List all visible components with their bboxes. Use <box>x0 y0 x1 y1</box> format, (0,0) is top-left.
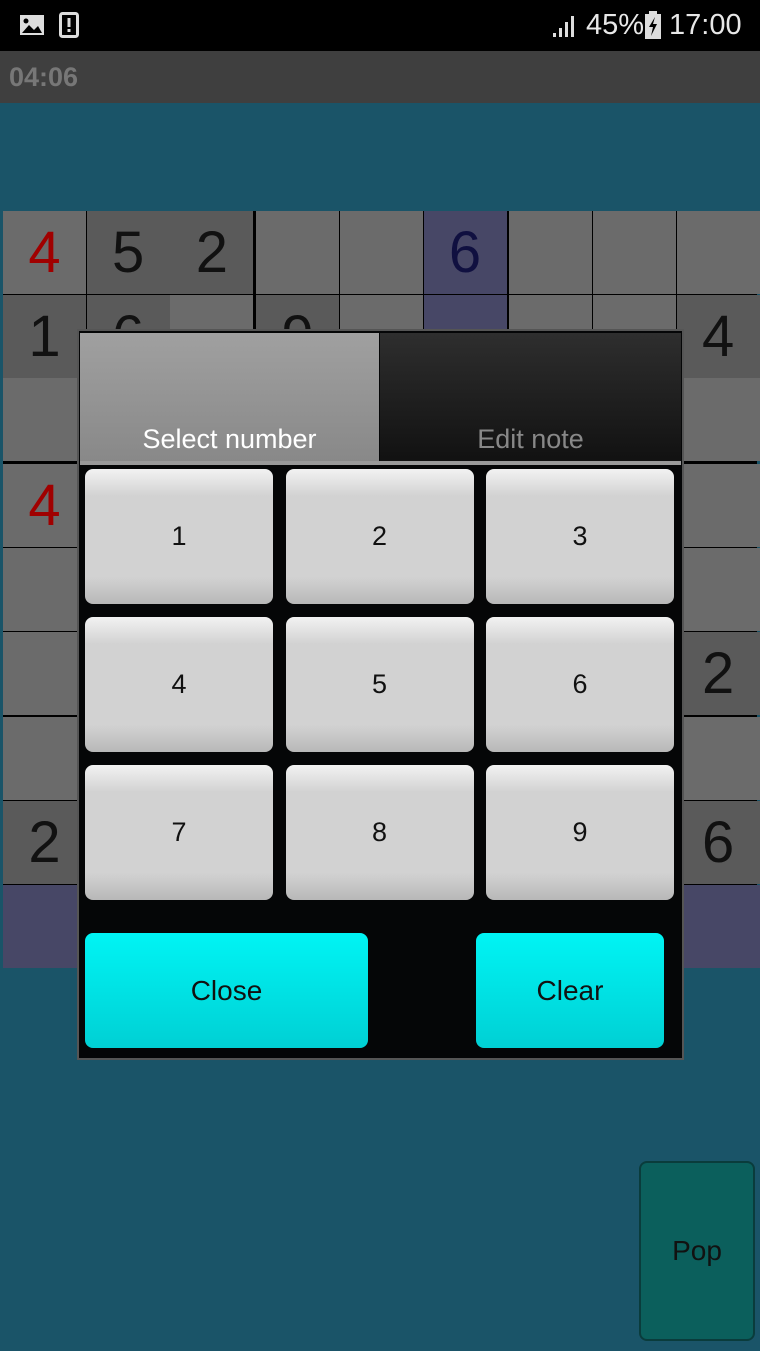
grid-cell[interactable]: 6 <box>676 800 760 884</box>
status-bar: 45% 17:00 <box>0 0 760 51</box>
number-button-9[interactable]: 9 <box>486 765 674 900</box>
pop-button[interactable]: Pop <box>639 1161 755 1341</box>
grid-cell[interactable]: 2 <box>170 211 254 294</box>
battery-percent: 45% <box>586 9 645 41</box>
grid-cell[interactable]: 6 <box>423 211 507 294</box>
signal-icon <box>553 16 574 37</box>
grid-cell[interactable] <box>256 211 340 294</box>
grid-cell[interactable] <box>676 378 760 462</box>
grid-cell[interactable] <box>339 211 423 294</box>
grid-cell[interactable] <box>3 378 86 462</box>
grid-cell[interactable]: 4 <box>676 294 760 378</box>
grid-cell[interactable]: 4 <box>3 211 86 294</box>
grid-cell[interactable] <box>676 717 760 801</box>
grid-cell[interactable] <box>3 547 86 631</box>
battery-charging-icon <box>645 11 661 39</box>
grid-cell[interactable]: 2 <box>676 631 760 715</box>
clock: 17:00 <box>669 9 742 41</box>
tab-divider <box>80 461 681 465</box>
grid-cell[interactable] <box>676 464 760 548</box>
grid-cell[interactable]: 1 <box>3 294 86 378</box>
clear-button[interactable]: Clear <box>476 933 664 1048</box>
image-icon <box>20 15 44 35</box>
grid-cell[interactable] <box>592 211 676 294</box>
grid-cell[interactable] <box>676 547 760 631</box>
grid-cell[interactable] <box>3 631 86 715</box>
close-button[interactable]: Close <box>85 933 368 1048</box>
grid-cell[interactable] <box>676 211 760 294</box>
timer-bar <box>0 51 760 103</box>
number-button-7[interactable]: 7 <box>85 765 273 900</box>
number-button-6[interactable]: 6 <box>486 617 674 752</box>
grid-cell[interactable] <box>3 884 86 968</box>
number-button-4[interactable]: 4 <box>85 617 273 752</box>
number-button-3[interactable]: 3 <box>486 469 674 604</box>
grid-cell[interactable] <box>509 211 593 294</box>
game-timer: 04:06 <box>9 62 79 92</box>
alert-icon <box>59 12 79 38</box>
number-button-8[interactable]: 8 <box>285 765 474 900</box>
number-button-2[interactable]: 2 <box>285 469 474 604</box>
grid-cell[interactable] <box>3 717 86 801</box>
grid-cell[interactable]: 5 <box>86 211 170 294</box>
number-picker-dialog: Select number Edit note 123456789 Close … <box>77 329 684 1060</box>
number-button-1[interactable]: 1 <box>85 469 273 604</box>
grid-cell[interactable] <box>676 884 760 968</box>
number-button-5[interactable]: 5 <box>285 617 474 752</box>
grid-cell[interactable]: 4 <box>3 464 86 548</box>
tab-edit-note[interactable]: Edit note <box>380 333 681 463</box>
grid-cell[interactable]: 2 <box>3 800 86 884</box>
tab-select-number[interactable]: Select number <box>80 333 379 463</box>
